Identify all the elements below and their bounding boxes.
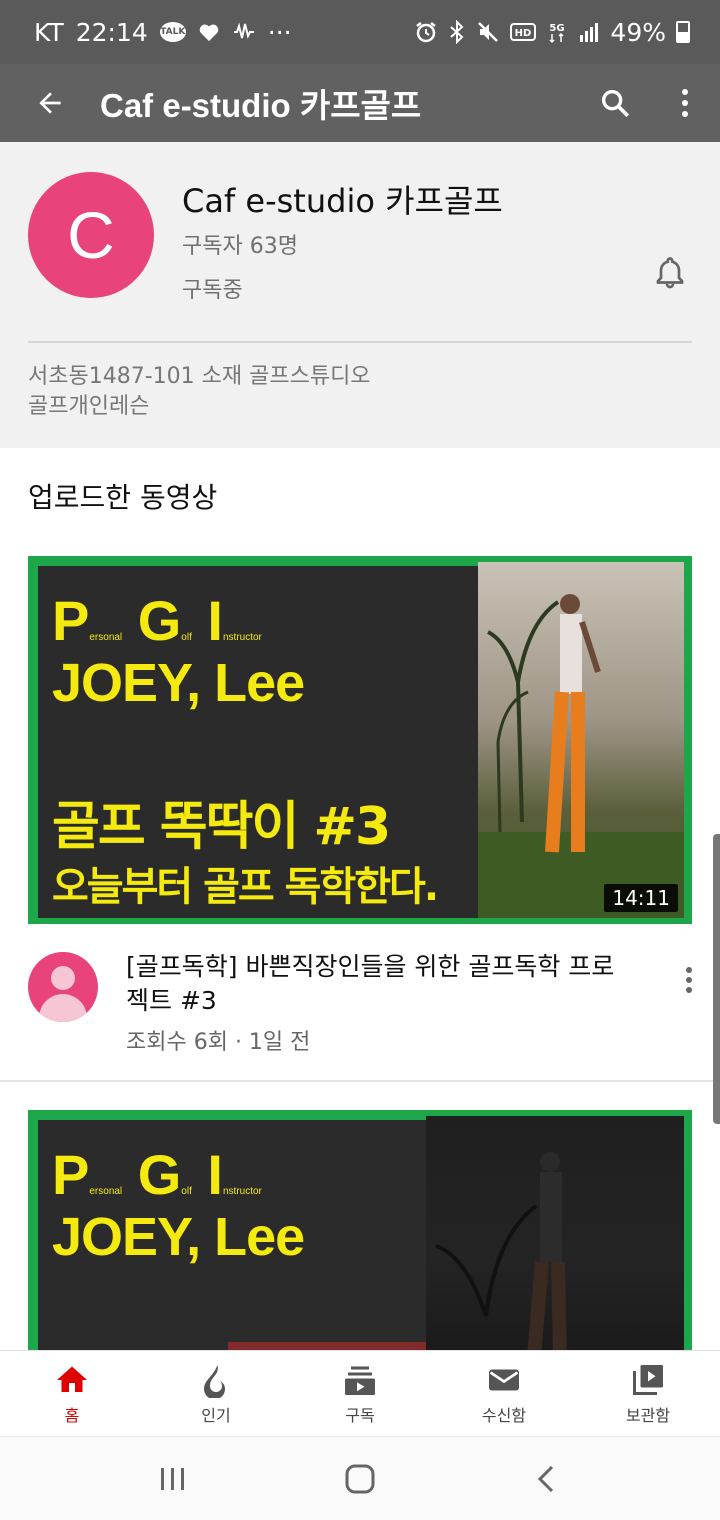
avatar-body — [39, 994, 87, 1022]
nav-label: 보관함 — [625, 1405, 671, 1425]
svg-text:5G: 5G — [550, 23, 565, 34]
subscribe-status[interactable]: 구독중 — [182, 272, 243, 304]
uploader-avatar[interactable] — [28, 952, 98, 1022]
video-duration: 14:11 — [604, 884, 678, 912]
mail-icon — [489, 1369, 519, 1390]
section-title: 업로드한 동영상 — [28, 481, 218, 514]
thumbnail-name-text: JOEY, Lee — [52, 1207, 305, 1267]
thumbnail-golfer-photo — [478, 562, 684, 918]
back-nav-icon — [537, 1465, 553, 1492]
back-button[interactable] — [0, 64, 100, 142]
thumbnail-text-panel: Personal Golf Instructor JOEY, Lee 골프 똑딱… — [38, 566, 498, 918]
subscriptions-icon — [345, 1366, 375, 1395]
description-line: 서초동1487-101 소재 골프스튜디오 — [28, 364, 371, 389]
status-bar: KT 22:14 TALK ··· HD 5G 49% — [0, 0, 720, 64]
battery-icon — [676, 21, 690, 43]
nav-trending[interactable]: 인기 — [144, 1351, 288, 1436]
cell-signal-icon — [578, 21, 600, 43]
5g-icon: 5G — [546, 20, 568, 44]
scrollbar[interactable] — [713, 834, 720, 1124]
thumbnail-golfer-photo — [426, 1116, 684, 1350]
hd-icon: HD — [510, 21, 537, 43]
flame-icon — [204, 1364, 225, 1398]
thumbnail-subline: 오늘부터 골프 독학한다. — [52, 864, 439, 910]
nav-subscriptions[interactable]: 구독 — [288, 1351, 432, 1436]
nav-label: 수신함 — [481, 1405, 527, 1425]
thumbnail-pgi-logo: Personal Golf Instructor — [52, 1143, 262, 1206]
carrier-label: KT — [34, 17, 64, 47]
system-back-button[interactable] — [507, 1449, 587, 1509]
video-title[interactable]: [골프독학] 바쁜직장인들을 위한 골프독학 프로젝트 #3 — [126, 950, 626, 1018]
channel-description: 서초동1487-101 소재 골프스튜디오 골프개인레슨 — [28, 362, 371, 422]
video-thumbnail[interactable]: Personal Golf Instructor JOEY, Lee 골프 똑딱… — [28, 556, 692, 924]
system-navigation — [0, 1436, 720, 1520]
home-icon — [57, 1366, 87, 1392]
nav-library[interactable]: 보관함 — [576, 1351, 720, 1436]
thumbnail-pgi-logo: Personal Golf Instructor — [52, 589, 262, 652]
clock: 22:14 — [75, 17, 148, 47]
thumbnail-name-text: JOEY, Lee — [52, 653, 305, 713]
thumbnail-headline: 골프 똑딱이 #3 — [52, 797, 391, 857]
mute-icon — [476, 20, 500, 44]
nav-label: 구독 — [345, 1405, 375, 1425]
nav-label: 홈 — [64, 1405, 80, 1425]
home-button-icon — [345, 1464, 375, 1493]
signal-wave-icon — [232, 22, 256, 42]
battery-percent: 49% — [610, 17, 666, 47]
divider — [28, 341, 692, 343]
talk-icon: TALK — [159, 22, 186, 42]
svg-text:HD: HD — [515, 28, 532, 39]
channel-avatar[interactable]: C — [28, 172, 154, 298]
avatar-head — [51, 966, 75, 990]
recent-apps-button[interactable] — [133, 1449, 213, 1509]
bottom-navigation: 홈 인기 구독 수신함 보관함 — [0, 1350, 720, 1436]
bell-icon — [656, 257, 684, 289]
video-more-button[interactable] — [672, 960, 706, 1000]
subscriber-count: 구독자 63명 — [182, 234, 298, 259]
search-button[interactable] — [580, 64, 650, 142]
divider — [0, 1080, 720, 1082]
more-vert-icon — [682, 89, 688, 117]
video-meta: 조회수 6회 · 1일 전 — [126, 1030, 311, 1055]
library-icon — [633, 1364, 663, 1395]
back-arrow-icon — [39, 92, 61, 114]
more-dots-icon: ··· — [267, 17, 292, 47]
more-vert-icon — [686, 967, 692, 993]
nav-inbox[interactable]: 수신함 — [432, 1351, 576, 1436]
page-title: Caf e-studio 카프골프 — [100, 87, 422, 124]
heart-icon — [198, 22, 220, 42]
app-bar: Caf e-studio 카프골프 — [0, 64, 720, 142]
nav-home[interactable]: 홈 — [0, 1351, 144, 1436]
system-home-button[interactable] — [320, 1449, 400, 1509]
channel-name: Caf e-studio 카프골프 — [182, 182, 503, 220]
description-line: 골프개인레슨 — [28, 394, 150, 419]
notification-bell-button[interactable] — [652, 254, 688, 290]
video-thumbnail[interactable]: Personal Golf Instructor JOEY, Lee — [28, 1110, 692, 1350]
channel-header: C Caf e-studio 카프골프 구독자 63명 구독중 서초동1487-… — [0, 142, 720, 448]
alarm-icon — [414, 20, 438, 44]
recent-apps-icon — [161, 1467, 185, 1490]
search-icon — [601, 89, 630, 118]
overflow-menu-button[interactable] — [650, 64, 720, 142]
nav-label: 인기 — [201, 1405, 231, 1425]
bluetooth-icon — [448, 20, 466, 44]
